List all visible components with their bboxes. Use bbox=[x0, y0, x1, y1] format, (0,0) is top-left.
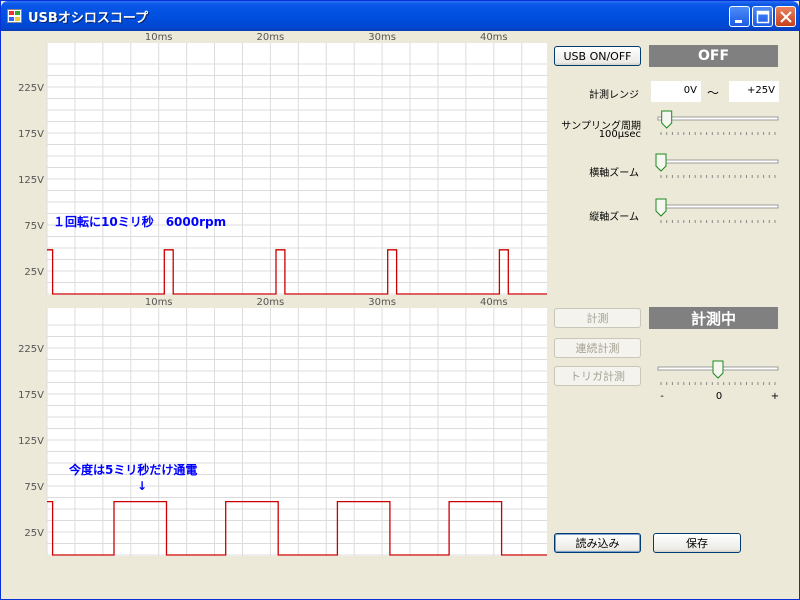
range-label: 計測レンジ bbox=[589, 90, 639, 101]
window-title: USBオシロスコープ bbox=[28, 11, 149, 26]
maximize-button[interactable] bbox=[752, 6, 773, 27]
x-tick-label: 40ms bbox=[480, 32, 508, 43]
trigger-max-label: + bbox=[770, 391, 780, 402]
slider-thumb[interactable] bbox=[661, 110, 673, 129]
trigger-mid-label: 0 bbox=[715, 391, 723, 402]
plot-area bbox=[47, 43, 547, 295]
waveform-plot-bottom: 10ms 20ms 30ms 40ms 225V 175V 125V 75V 25V bbox=[18, 297, 547, 556]
y-tick-label: 125V bbox=[18, 175, 44, 186]
range-min-field[interactable]: 0V bbox=[651, 81, 701, 102]
annotation-arrow: ↓ bbox=[137, 479, 148, 493]
measure-status-display: 計測中 bbox=[649, 307, 778, 329]
slider-thumb[interactable] bbox=[655, 153, 667, 172]
x-tick-label: 20ms bbox=[257, 32, 285, 43]
range-separator: ～ bbox=[706, 86, 719, 100]
minimize-icon bbox=[735, 20, 742, 23]
y-tick-label: 25V bbox=[24, 528, 44, 539]
y-tick-label: 225V bbox=[18, 83, 44, 94]
app-icon bbox=[7, 9, 22, 23]
x-tick-label: 10ms bbox=[145, 297, 173, 308]
minimize-button[interactable] bbox=[729, 6, 750, 27]
usb-status-display: OFF bbox=[649, 45, 778, 67]
save-button[interactable]: 保存 bbox=[653, 533, 741, 553]
y-tick-label: 75V bbox=[24, 221, 44, 232]
slider-thumb[interactable] bbox=[655, 198, 667, 217]
slider-track bbox=[657, 204, 779, 209]
sampling-slider[interactable] bbox=[655, 109, 781, 137]
slider-track bbox=[657, 116, 779, 121]
trigger-measure-button[interactable]: トリガ計測 bbox=[554, 366, 641, 386]
v-zoom-slider[interactable] bbox=[655, 197, 781, 225]
waveform-plot-top: 10ms 20ms 30ms 40ms 225V 175V 125V 75V 25V bbox=[18, 32, 547, 295]
main-window: USBオシロスコープ 10ms 20ms 30ms 40ms 225V 175V 125V 7… bbox=[0, 0, 800, 600]
title-bar[interactable]: USBオシロスコープ bbox=[1, 1, 799, 31]
slider-track bbox=[657, 159, 779, 164]
slider-thumb[interactable] bbox=[712, 360, 724, 379]
plot-area bbox=[47, 308, 547, 556]
usb-onoff-button[interactable]: USB ON/OFF bbox=[554, 46, 641, 66]
waveform-chart-bottom: 10ms 20ms 30ms 40ms 225V 175V 125V 75V 25V bbox=[5, 297, 547, 557]
range-max-field[interactable]: +25V bbox=[729, 81, 779, 102]
y-tick-label: 25V bbox=[24, 267, 44, 278]
y-tick-label: 175V bbox=[18, 129, 44, 140]
x-tick-label: 30ms bbox=[368, 32, 396, 43]
y-tick-label: 125V bbox=[18, 436, 44, 447]
maximize-icon bbox=[756, 10, 770, 24]
measure-button[interactable]: 計測 bbox=[554, 308, 641, 328]
h-zoom-label: 横軸ズーム bbox=[589, 168, 639, 179]
x-tick-label: 20ms bbox=[257, 297, 285, 308]
trigger-level-slider[interactable] bbox=[655, 359, 781, 387]
x-tick-label: 40ms bbox=[480, 297, 508, 308]
x-tick-label: 30ms bbox=[368, 297, 396, 308]
chart-annotation-bottom: 今度は5ミリ秒だけ通電 bbox=[69, 463, 198, 477]
close-button[interactable] bbox=[775, 6, 796, 27]
x-tick-label: 10ms bbox=[145, 32, 173, 43]
sampling-value: 100μsec bbox=[598, 129, 641, 140]
y-tick-label: 225V bbox=[18, 344, 44, 355]
h-zoom-slider[interactable] bbox=[655, 152, 781, 180]
y-tick-label: 75V bbox=[24, 482, 44, 493]
v-zoom-label: 縦軸ズーム bbox=[589, 212, 639, 223]
y-tick-label: 175V bbox=[18, 390, 44, 401]
close-icon bbox=[780, 11, 792, 23]
waveform-chart-top: 10ms 20ms 30ms 40ms 225V 175V 125V 75V 25V bbox=[5, 31, 547, 297]
chart-annotation-top: １回転に10ミリ秒 6000rpm bbox=[53, 215, 227, 229]
continuous-measure-button[interactable]: 連続計測 bbox=[554, 338, 641, 358]
trigger-min-label: - bbox=[660, 391, 664, 402]
load-button[interactable]: 読み込み bbox=[554, 533, 641, 553]
